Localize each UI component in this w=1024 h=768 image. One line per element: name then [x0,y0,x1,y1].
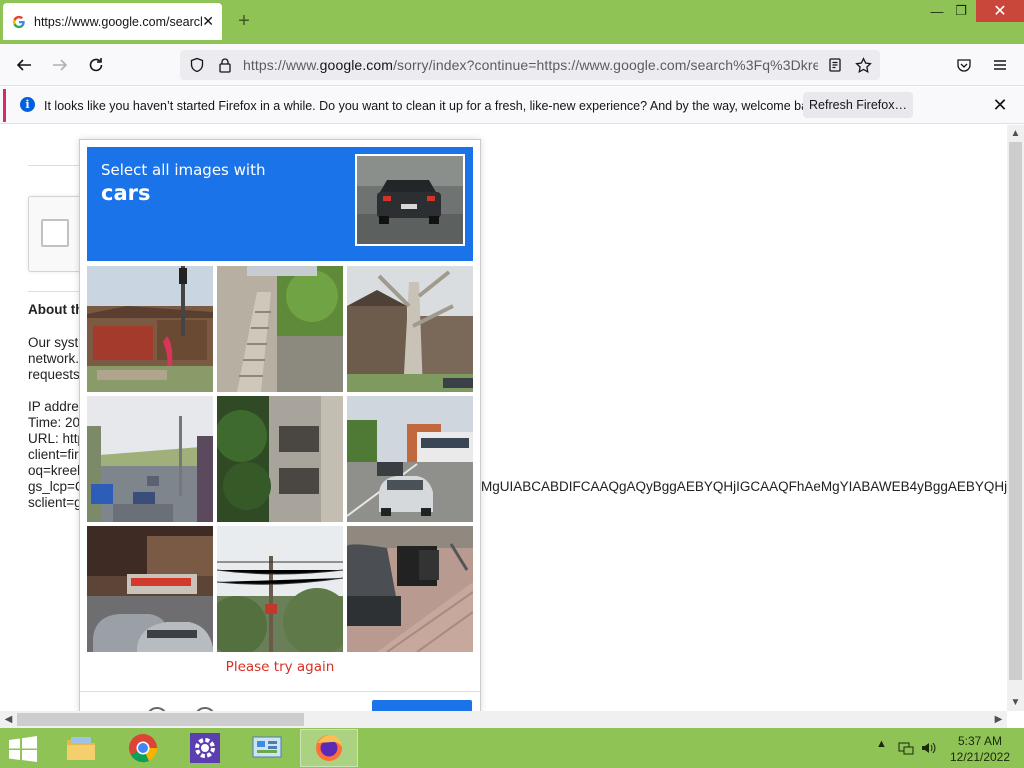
back-button[interactable] [12,53,36,77]
tracking-shield-icon[interactable] [188,56,206,74]
page-text-line: requests [28,367,80,382]
windows-taskbar: ▲ 5:37 AM 12/21/2022 [0,728,1024,768]
pocket-icon [957,59,971,72]
tab-close-icon[interactable]: ✕ [202,13,214,29]
page-text-line: Time: 20 [28,415,81,430]
vertical-scrollbar[interactable]: ▲ ▼ [1007,125,1024,711]
challenge-header: Select all images with cars [87,147,473,261]
back-arrow-icon [16,59,31,71]
about-heading: About th [28,302,84,317]
scroll-left-arrow-icon[interactable]: ◀ [0,711,17,728]
pocket-button[interactable] [952,53,976,77]
page-text-line: URL: http [28,431,86,446]
image-tile[interactable] [217,396,343,522]
browser-tab[interactable]: https://www.google.com/search ✕ [3,3,222,40]
clock-date: 12/21/2022 [949,750,1011,764]
image-tile[interactable] [347,266,473,392]
notification-accent-bar [3,89,6,122]
volume-icon[interactable] [920,740,938,756]
clock-time: 5:37 AM [957,734,1003,748]
scroll-up-arrow-icon[interactable]: ▲ [1007,125,1024,142]
chrome-icon [129,734,158,763]
image-tile[interactable] [87,266,213,392]
captcha-error-message: Please try again [225,659,335,675]
image-tile[interactable] [87,526,213,652]
recaptcha-challenge-dialog: Select all images with cars Please try a… [79,139,481,714]
window-restore-button[interactable]: ❐ [946,0,976,22]
image-grid [87,266,473,652]
control-panel-icon [252,736,282,758]
firefox-icon [316,735,342,761]
tab-title: https://www.google.com/search [34,14,202,29]
taskbar-firefox[interactable] [300,729,358,767]
taskbar-control-panel[interactable] [238,729,296,767]
page-text-line: oq=kreek [28,463,84,478]
notification-close-icon[interactable]: ✕ [990,95,1010,115]
scroll-down-arrow-icon[interactable]: ▼ [1007,694,1024,711]
challenge-prompt: Select all images with [101,161,266,179]
browser-titlebar: https://www.google.com/search ✕ + — ❐ ✕ [0,0,1024,44]
google-favicon-icon [12,15,26,28]
network-icon[interactable] [898,740,914,756]
hamburger-menu-icon [994,60,1006,70]
image-tile[interactable] [347,526,473,652]
address-bar[interactable]: https://www.google.com/sorry/index?conti… [180,50,880,80]
system-clock[interactable]: 5:37 AM 12/21/2022 [944,733,1016,765]
horizontal-scrollbar[interactable]: ◀ ▶ [0,711,1007,728]
page-text-line: Our syst [28,335,79,350]
forward-arrow-icon [53,59,68,71]
taskbar-file-explorer[interactable] [52,729,110,767]
page-text-line: sclient=g [28,495,82,510]
challenge-target-word: cars [101,181,151,205]
taskbar-settings[interactable] [176,729,234,767]
lock-icon[interactable] [216,56,234,74]
navigation-toolbar: https://www.google.com/sorry/index?conti… [0,44,1024,86]
page-text-line: IP addres [28,399,86,414]
window-close-button[interactable]: ✕ [976,0,1024,22]
reload-icon [89,58,103,72]
scroll-right-arrow-icon[interactable]: ▶ [990,711,1007,728]
page-text-line: network. [28,351,80,366]
url-text[interactable]: https://www.google.com/sorry/index?conti… [243,57,818,73]
image-tile[interactable] [87,396,213,522]
image-tile[interactable] [217,526,343,652]
refresh-firefox-button[interactable]: Refresh Firefox… [803,92,913,118]
start-windows-icon[interactable] [8,736,38,762]
sample-car-image [355,154,465,246]
file-explorer-icon [67,737,95,760]
show-hidden-icons-button[interactable]: ▲ [876,738,887,750]
settings-icon [190,733,220,763]
forward-button[interactable] [48,53,72,77]
refresh-firefox-notification: i It looks like you haven’t started Fire… [0,87,1024,124]
image-tile[interactable] [217,266,343,392]
horizontal-scroll-thumb[interactable] [17,713,304,726]
recaptcha-checkbox[interactable] [41,219,69,247]
new-tab-button[interactable]: + [234,11,254,31]
gs-lcp-token-text: MgUIABCABDIFCAAQgAQyBggAEBYQHjIGCAAQFhAe… [481,479,1007,494]
vertical-scroll-thumb[interactable] [1009,142,1022,680]
page-text-line: client=fir [28,447,79,462]
reload-button[interactable] [84,53,108,77]
bookmark-star-icon[interactable] [854,56,872,74]
app-menu-button[interactable] [988,53,1012,77]
info-icon: i [20,97,35,112]
reader-view-icon[interactable] [826,56,844,74]
taskbar-chrome[interactable] [114,729,172,767]
challenge-footer-divider [80,691,480,692]
page-text-line: gs_lcp=C [28,479,85,494]
image-tile[interactable] [347,396,473,522]
notification-message: It looks like you haven’t started Firefo… [44,99,825,113]
